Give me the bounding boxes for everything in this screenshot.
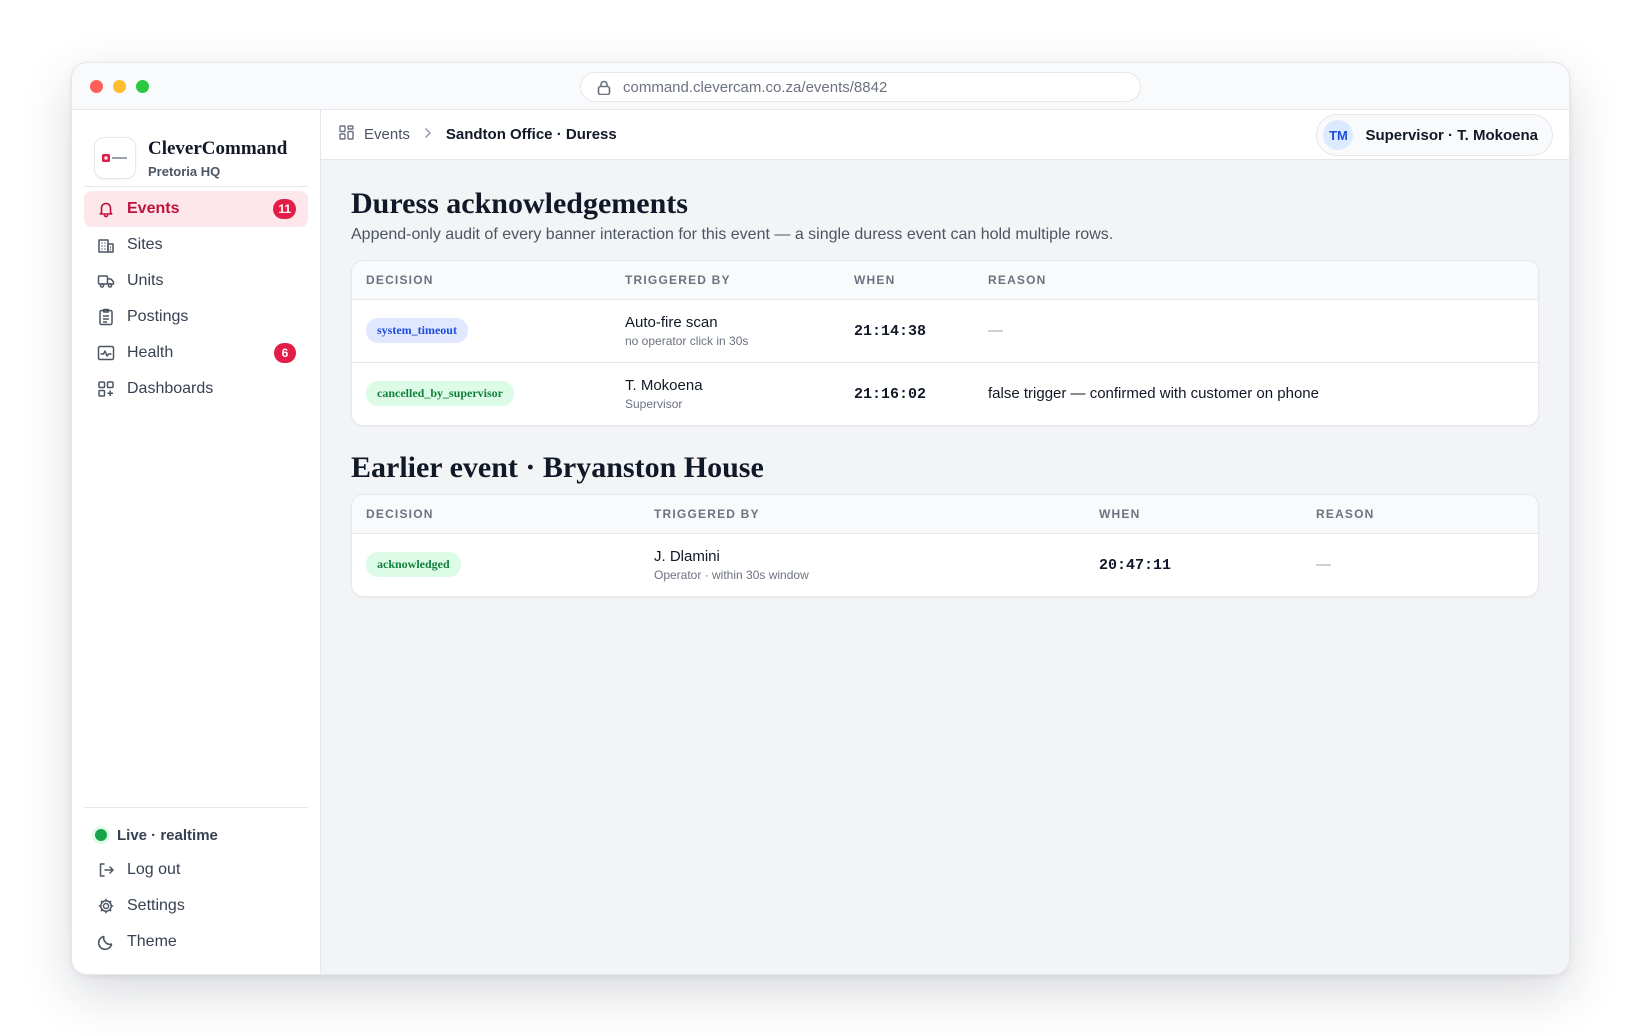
settings-label: Settings (127, 897, 185, 914)
bell-icon (97, 200, 115, 218)
column-header-when: WHEN (1085, 495, 1302, 534)
sidebar-item-label: Postings (127, 308, 189, 325)
events-count-badge: 11 (273, 199, 296, 219)
acknowledgements-table-card: DECISION TRIGGERED BY WHEN REASON system… (351, 260, 1539, 426)
clipboard-icon (97, 308, 115, 326)
health-count-badge: 6 (274, 343, 296, 363)
address-bar[interactable]: command.clevercam.co.za/events/8842 (580, 72, 1141, 102)
sidebar-item-health[interactable]: Health 6 (84, 335, 308, 371)
column-header-when: WHEN (840, 261, 974, 300)
when-time: 21:14:38 (854, 322, 927, 340)
triggered-by-detail: Operator · within 30s window (654, 567, 809, 582)
sidebar-item-label: Health (127, 344, 174, 361)
sidebar-item-label: Sites (127, 236, 163, 253)
user-name: Supervisor · T. Mokoena (1365, 126, 1538, 144)
triggered-by-detail: no operator click in 30s (625, 333, 749, 348)
reason-text: false trigger — confirmed with customer … (988, 385, 1319, 403)
browser-window: command.clevercam.co.za/events/8842 Clev… (71, 62, 1570, 975)
triggered-by: J. Dlamini (654, 547, 720, 565)
building-icon (97, 236, 115, 254)
sidebar-item-events[interactable]: Events 11 (84, 191, 308, 227)
when-time: 20:47:11 (1099, 556, 1172, 574)
gear-icon (97, 897, 115, 915)
sidebar-item-dashboards[interactable]: Dashboards (84, 371, 308, 407)
earlier-event-table-card: DECISION TRIGGERED BY WHEN REASON acknow… (351, 494, 1539, 597)
earlier-event-table: DECISION TRIGGERED BY WHEN REASON acknow… (352, 495, 1538, 596)
table-row: cancelled_by_supervisor T. Mokoena Super… (352, 361, 1538, 425)
minimize-window-button[interactable] (113, 80, 126, 93)
avatar: TM (1323, 120, 1354, 150)
topbar: Events Sandton Office · Duress TM Superv… (321, 110, 1569, 160)
brand-name: CleverCommand (148, 137, 288, 159)
theme-toggle[interactable]: Theme (84, 924, 308, 960)
page-subtitle: Append-only audit of every banner intera… (351, 226, 1114, 243)
reason-text: — (1316, 556, 1331, 574)
sidebar-item-sites[interactable]: Sites (84, 227, 308, 263)
live-status-label: Live · realtime (117, 826, 218, 844)
grid-icon (339, 125, 354, 144)
truck-icon (97, 272, 115, 290)
sidebar-item-label: Events (127, 200, 180, 217)
table-row: system_timeout Auto-fire scan no operato… (352, 299, 1538, 362)
when-time: 21:16:02 (854, 385, 927, 403)
close-window-button[interactable] (90, 80, 103, 93)
chevron-right-icon (424, 126, 432, 143)
logout-icon (97, 861, 115, 879)
breadcrumb: Events Sandton Office · Duress (339, 125, 617, 144)
page-title: Duress acknowledgements (351, 187, 688, 220)
column-header-triggered-by: TRIGGERED BY (640, 495, 1085, 534)
decision-tag: cancelled_by_supervisor (366, 381, 514, 407)
logout-button[interactable]: Log out (84, 852, 308, 888)
brand-logo (94, 137, 136, 179)
reason-text: — (988, 322, 1003, 339)
table-row: acknowledged J. Dlamini Operator · withi… (352, 533, 1538, 596)
sidebar-item-units[interactable]: Units (84, 263, 308, 299)
logout-label: Log out (127, 861, 181, 878)
live-status: Live · realtime (72, 818, 320, 852)
user-menu[interactable]: TM Supervisor · T. Mokoena (1316, 114, 1553, 156)
main-content: Events Sandton Office · Duress TM Superv… (321, 110, 1569, 974)
triggered-by: T. Mokoena (625, 376, 703, 394)
browser-titlebar: command.clevercam.co.za/events/8842 (72, 63, 1569, 110)
sidebar-item-postings[interactable]: Postings (84, 299, 308, 335)
column-header-triggered-by: TRIGGERED BY (611, 261, 840, 300)
maximize-window-button[interactable] (136, 80, 149, 93)
address-url: command.clevercam.co.za/events/8842 (623, 78, 888, 96)
triggered-by-detail: Supervisor (625, 396, 683, 411)
decision-tag: acknowledged (366, 552, 461, 578)
lock-icon (597, 80, 611, 95)
decision-tag: system_timeout (366, 318, 468, 343)
sidebar-item-label: Dashboards (127, 380, 214, 397)
settings-button[interactable]: Settings (84, 888, 308, 924)
breadcrumb-current: Sandton Office · Duress (445, 126, 617, 143)
sidebar-footer: Live · realtime Log out Settings Theme (72, 807, 320, 960)
theme-label: Theme (127, 933, 177, 950)
brand: CleverCommand Pretoria HQ (72, 110, 320, 186)
sidebar: CleverCommand Pretoria HQ Events 11 Site… (72, 110, 321, 974)
live-indicator-icon (95, 829, 107, 841)
activity-icon (97, 344, 115, 362)
triggered-by: Auto-fire scan (625, 313, 718, 331)
earlier-event-title: Earlier event · Bryanston House (351, 451, 764, 484)
column-header-reason: REASON (1302, 495, 1538, 534)
divider (84, 807, 308, 808)
dashboard-grid-icon (97, 380, 115, 398)
sidebar-nav: Events 11 Sites Units Postings Health 6 … (72, 187, 320, 407)
breadcrumb-events-link[interactable]: Events (364, 126, 410, 143)
column-header-reason: REASON (974, 261, 1538, 300)
column-header-decision: DECISION (352, 495, 640, 534)
acknowledgements-table: DECISION TRIGGERED BY WHEN REASON system… (352, 261, 1538, 425)
moon-icon (97, 933, 115, 951)
sidebar-item-label: Units (127, 272, 164, 289)
brand-subtitle: Pretoria HQ (148, 163, 221, 179)
column-header-decision: DECISION (352, 261, 611, 300)
